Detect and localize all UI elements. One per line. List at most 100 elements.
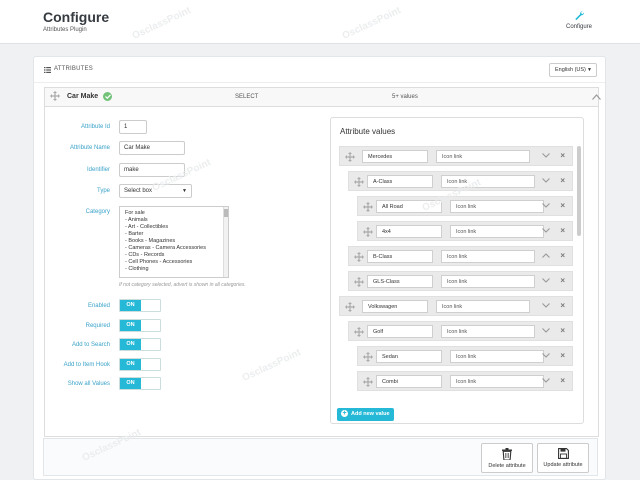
attribute-header-row[interactable]: Car Make SELECT 5+ values (44, 87, 601, 107)
close-icon[interactable]: × (560, 226, 565, 235)
chevron-down-icon[interactable] (542, 278, 550, 285)
category-option[interactable]: - Barter (125, 231, 228, 238)
value-name-field[interactable]: Combi (376, 375, 442, 388)
move-handle-icon[interactable] (363, 227, 373, 239)
scrollbar-thumb[interactable] (224, 209, 228, 217)
move-handle-icon[interactable] (363, 202, 373, 214)
category-list[interactable]: For sale - Animals - Art - Collectibles … (119, 206, 229, 278)
delete-attribute-button[interactable]: Delete attribute (481, 443, 533, 473)
value-name-field[interactable]: 4x4 (376, 225, 442, 238)
category-option[interactable]: For sale (125, 210, 228, 217)
attribute-value-row[interactable]: Volkswagen Icon link × (339, 296, 573, 316)
close-icon[interactable]: × (560, 276, 565, 285)
attribute-value-row[interactable]: All Road Icon link × (357, 196, 573, 216)
move-handle-icon[interactable] (345, 302, 355, 314)
update-attribute-label: Update attribute (543, 462, 583, 468)
move-handle-icon[interactable] (354, 277, 364, 289)
chevron-down-icon[interactable] (542, 303, 550, 310)
value-name-field[interactable]: All Road (376, 200, 442, 213)
close-icon[interactable]: × (560, 351, 565, 360)
identifier-field[interactable]: make (119, 163, 185, 177)
enabled-toggle[interactable]: ON (119, 299, 161, 312)
icon-link-placeholder: Icon link (442, 304, 463, 310)
chevron-down-icon[interactable] (542, 178, 550, 185)
chevron-down-icon[interactable] (542, 378, 550, 385)
icon-link-field[interactable]: Icon link (441, 250, 535, 263)
move-handle-icon[interactable] (354, 252, 364, 264)
update-attribute-button[interactable]: Update attribute (537, 443, 589, 473)
attribute-value-row[interactable]: B-Class Icon link × (348, 246, 573, 266)
chevron-down-icon[interactable] (542, 203, 550, 210)
icon-link-field[interactable]: Icon link (450, 225, 544, 238)
close-icon[interactable]: × (560, 301, 565, 310)
icon-link-field[interactable]: Icon link (441, 275, 535, 288)
move-handle-icon[interactable] (50, 91, 60, 101)
chevron-down-icon[interactable] (542, 328, 550, 335)
move-handle-icon[interactable] (354, 327, 364, 339)
attribute-value-row[interactable]: A-Class Icon link × (348, 171, 573, 191)
toggle-label-required: Required (85, 323, 110, 329)
toggle-on: ON (120, 378, 141, 389)
attribute-id-field[interactable]: 1 (119, 120, 147, 134)
add-to-search-toggle[interactable]: ON (119, 338, 161, 351)
icon-link-field[interactable]: Icon link (436, 300, 530, 313)
show-all-values-toggle[interactable]: ON (119, 377, 161, 390)
chevron-up-icon[interactable] (542, 253, 550, 260)
close-icon[interactable]: × (560, 201, 565, 210)
attribute-value-row[interactable]: 4x4 Icon link × (357, 221, 573, 241)
required-toggle[interactable]: ON (119, 319, 161, 332)
value-name-field[interactable]: Mercedes (362, 150, 428, 163)
category-option[interactable]: - Cameras - Camera Accessories (125, 245, 228, 252)
icon-link-field[interactable]: Icon link (450, 350, 544, 363)
toggle-label-search: Add to Search (71, 342, 110, 348)
icon-link-field[interactable]: Icon link (441, 175, 535, 188)
configure-button[interactable]: Configure (560, 10, 598, 38)
category-option[interactable]: - Cell Phones - Accessories (125, 259, 228, 266)
attribute-name-field[interactable]: Car Make (119, 141, 185, 155)
toggle-on: ON (120, 300, 141, 311)
add-new-value-button[interactable]: + Add new value (337, 408, 394, 421)
icon-link-field[interactable]: Icon link (441, 325, 535, 338)
add-to-item-hook-toggle[interactable]: ON (119, 358, 161, 371)
type-select[interactable]: Select box ▼ (119, 184, 192, 198)
attribute-value-row[interactable]: GLS-Class Icon link × (348, 271, 573, 291)
move-handle-icon[interactable] (363, 377, 373, 389)
move-handle-icon[interactable] (345, 152, 355, 164)
chevron-down-icon[interactable] (542, 228, 550, 235)
language-select[interactable]: English (US) ▼ (549, 63, 597, 77)
category-scrollbar[interactable] (223, 207, 228, 277)
close-icon[interactable]: × (560, 251, 565, 260)
values-scrollbar[interactable] (577, 146, 581, 236)
close-icon[interactable]: × (560, 176, 565, 185)
value-name-field[interactable]: Sedan (376, 350, 442, 363)
chevron-down-icon[interactable] (542, 153, 550, 160)
category-option[interactable]: - Art - Collectibles (125, 224, 228, 231)
move-handle-icon[interactable] (363, 352, 373, 364)
chevron-up-icon[interactable] (592, 94, 601, 100)
value-name-field[interactable]: A-Class (367, 175, 433, 188)
value-name-field[interactable]: Volkswagen (362, 300, 428, 313)
type-label: Type (96, 188, 110, 194)
category-label: Category (85, 209, 110, 215)
category-option[interactable]: - Books - Magazines (125, 238, 228, 245)
value-name-field[interactable]: B-Class (367, 250, 433, 263)
value-name-field[interactable]: Golf (367, 325, 433, 338)
move-handle-icon[interactable] (354, 177, 364, 189)
close-icon[interactable]: × (560, 326, 565, 335)
icon-link-field[interactable]: Icon link (450, 200, 544, 213)
chevron-down-icon[interactable] (542, 353, 550, 360)
category-option[interactable]: - CDs - Records (125, 252, 228, 259)
attribute-value-row[interactable]: Sedan Icon link × (357, 346, 573, 366)
attribute-value-row[interactable]: Mercedes Icon link × (339, 146, 573, 166)
value-name-field[interactable]: GLS-Class (367, 275, 433, 288)
icon-link-field[interactable]: Icon link (450, 375, 544, 388)
attribute-value-row[interactable]: Golf Icon link × (348, 321, 573, 341)
attribute-value-row[interactable]: Combi Icon link × (357, 371, 573, 391)
icon-link-placeholder: Icon link (456, 379, 477, 385)
category-option[interactable]: - Clothing (125, 266, 228, 273)
check-circle-icon (103, 92, 112, 101)
close-icon[interactable]: × (560, 376, 565, 385)
category-option[interactable]: - Animals (125, 217, 228, 224)
close-icon[interactable]: × (560, 151, 565, 160)
icon-link-field[interactable]: Icon link (436, 150, 530, 163)
